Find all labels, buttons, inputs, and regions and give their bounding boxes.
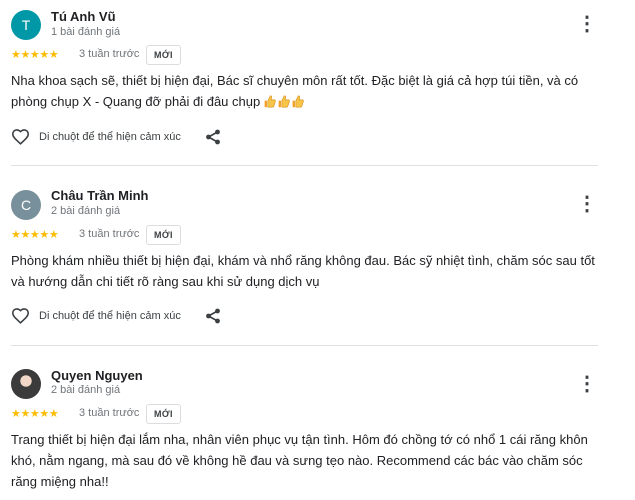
star-rating: ★★★★★ — [11, 408, 59, 420]
review-count: 2 bài đánh giá — [51, 384, 121, 396]
heart-icon — [11, 308, 30, 324]
share-icon[interactable] — [205, 308, 221, 324]
review-count: 2 bài đánh giá — [51, 205, 121, 217]
reviewer-name[interactable]: Châu Trần Minh — [51, 188, 149, 203]
share-icon[interactable] — [205, 129, 221, 145]
reviewer-name[interactable]: Tú Anh Vũ — [51, 9, 116, 24]
review-count: 1 bài đánh giá — [51, 26, 121, 38]
review-text: Phòng khám nhiều thiết bị hiện đại, khám… — [11, 253, 595, 289]
divider — [11, 165, 598, 166]
react-label: Di chuột để thể hiện cảm xúc — [39, 309, 181, 322]
react-button[interactable]: Di chuột để thể hiện cảm xúc — [11, 128, 181, 145]
heart-icon — [11, 129, 30, 145]
thumbs-up-emojis — [263, 93, 304, 108]
thumbs-up-icon — [263, 93, 276, 108]
thumbs-up-icon — [291, 93, 304, 108]
review-time: 3 tuần trước — [79, 228, 140, 240]
reviewer-name[interactable]: Quyen Nguyen — [51, 368, 143, 383]
star-rating: ★★★★★ — [11, 49, 59, 61]
review-text: Nha khoa sạch sẽ, thiết bị hiện đại, Bác… — [11, 70, 606, 112]
avatar[interactable]: T — [11, 10, 41, 40]
divider — [11, 345, 598, 346]
react-label: Di chuột để thể hiện cảm xúc — [39, 130, 181, 143]
new-badge: MỚI — [146, 404, 181, 424]
thumbs-up-icon — [277, 93, 290, 108]
review-time: 3 tuần trước — [79, 48, 140, 60]
avatar[interactable]: C — [11, 190, 41, 220]
react-button[interactable]: Di chuột để thể hiện cảm xúc — [11, 307, 181, 324]
new-badge: MỚI — [146, 45, 181, 65]
avatar[interactable] — [11, 369, 41, 399]
more-options-icon[interactable]: ⋮ — [577, 12, 597, 35]
review-time: 3 tuần trước — [79, 407, 140, 419]
review-text: Trang thiết bị hiện đại lắm nha, nhân vi… — [11, 432, 588, 489]
new-badge: MỚI — [146, 225, 181, 245]
more-options-icon[interactable]: ⋮ — [577, 192, 597, 215]
star-rating: ★★★★★ — [11, 229, 59, 241]
more-options-icon[interactable]: ⋮ — [577, 372, 597, 395]
